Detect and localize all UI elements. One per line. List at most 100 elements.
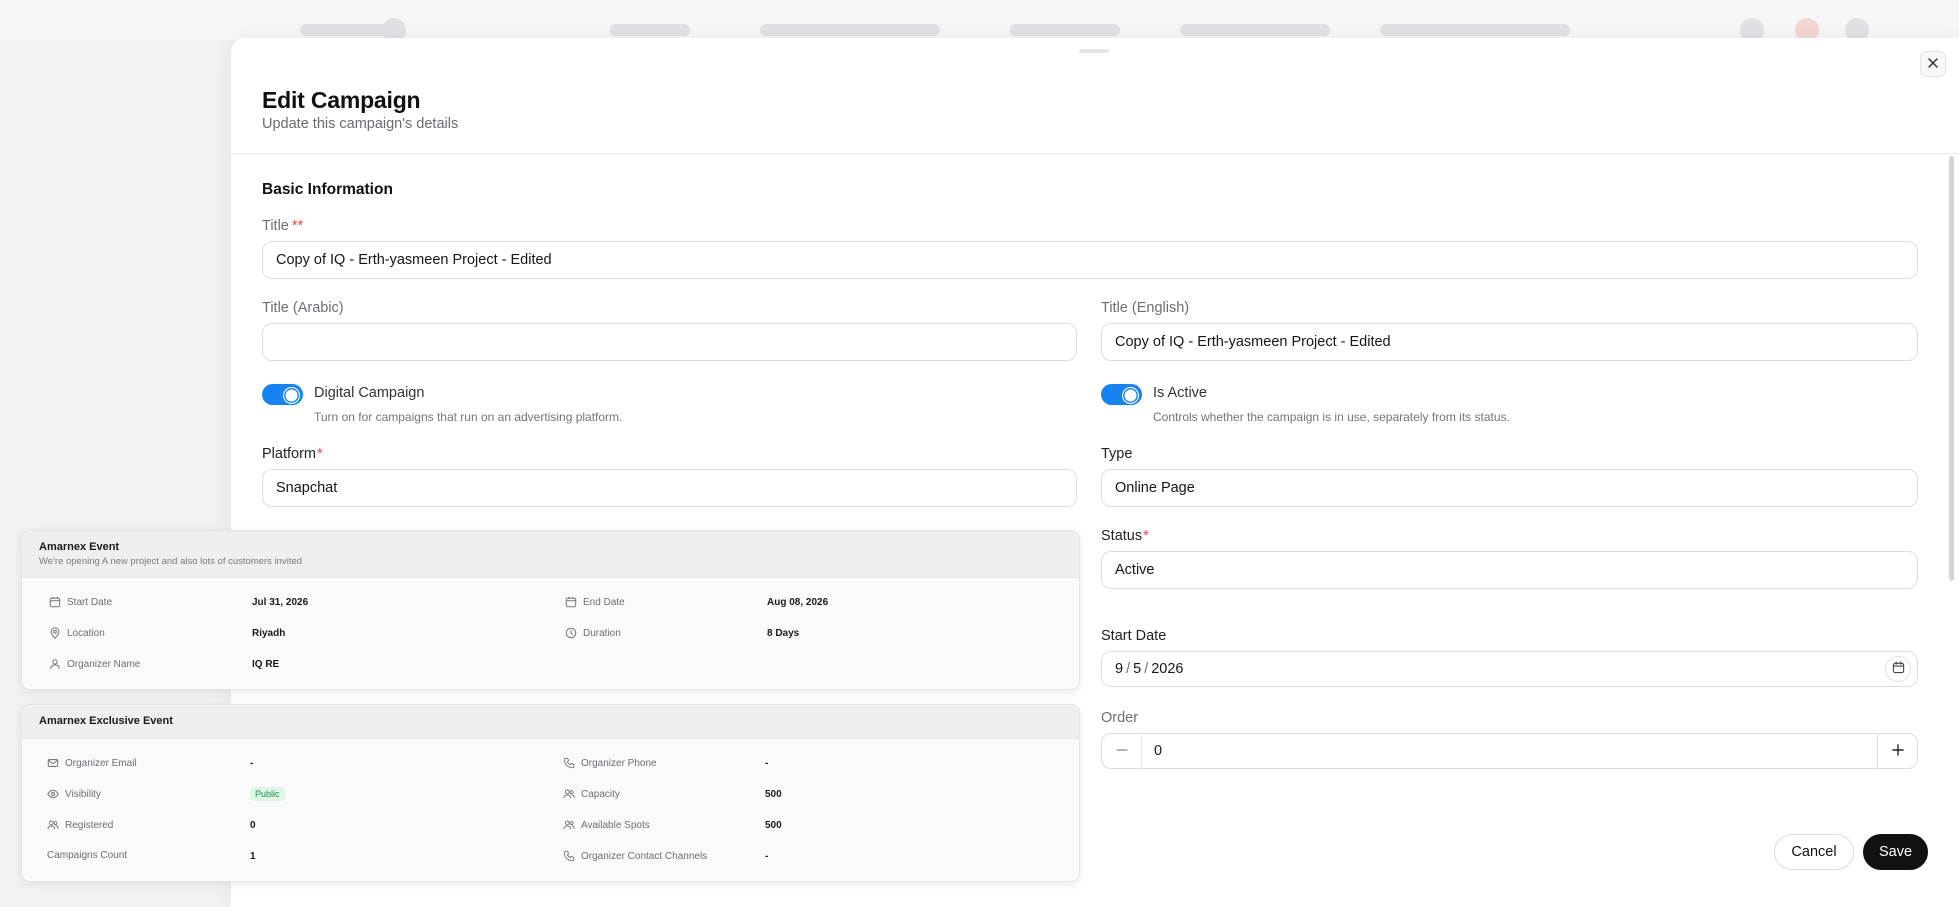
background-placeholder (300, 24, 390, 36)
event-card-subtitle: We're opening A new project and also lot… (39, 556, 303, 567)
drawer-title: Edit Campaign (262, 87, 421, 113)
calendar-icon (49, 596, 61, 608)
end-date-key-text: End Date (583, 596, 625, 608)
minus-icon (1115, 743, 1129, 761)
exclusive-card-title: Amarnex Exclusive Event (39, 715, 173, 727)
status-select[interactable]: Active (1101, 551, 1918, 589)
calendar-icon (1892, 660, 1905, 678)
start-date-key: Start Date (49, 596, 112, 608)
title-english-input[interactable]: Copy of IQ - Erth-yasmeen Project - Edit… (1101, 323, 1918, 361)
event-details-card: Amarnex Event We're opening A new projec… (21, 530, 1080, 690)
start-date-month[interactable]: 9 (1115, 661, 1123, 677)
exclusive-card-header: Amarnex Exclusive Event (22, 705, 1079, 739)
decrement-button[interactable] (1102, 734, 1142, 770)
organizer-phone-key-text: Organizer Phone (581, 757, 657, 769)
start-date-year[interactable]: 2026 (1151, 661, 1183, 677)
organizer-phone-key: Organizer Phone (563, 757, 657, 769)
contact-channels-key: Organizer Contact Channels (563, 850, 707, 862)
eye-icon (47, 788, 59, 800)
organizer-email-value: - (250, 758, 254, 769)
close-button[interactable] (1920, 51, 1946, 77)
status-label: Status* (1101, 528, 1149, 544)
exclusive-event-card: Amarnex Exclusive Event Organizer Email … (21, 704, 1080, 882)
title-arabic-label: Title (Arabic) (262, 300, 344, 316)
users-icon (47, 819, 59, 831)
users-icon (563, 819, 575, 831)
organizer-email-key: Organizer Email (47, 757, 137, 769)
visibility-key-text: Visibility (65, 788, 101, 800)
registered-key: Registered (47, 819, 113, 831)
start-date-value: Jul 31, 2026 (252, 597, 309, 608)
event-card-header: Amarnex Event We're opening A new projec… (22, 531, 1079, 578)
location-key-text: Location (67, 627, 105, 639)
duration-value: 8 Days (767, 628, 800, 639)
save-button[interactable]: Save (1863, 834, 1928, 870)
phone-icon (563, 757, 575, 769)
title-arabic-input[interactable] (262, 323, 1077, 361)
required-mark: * (1143, 528, 1149, 544)
user-icon (49, 658, 61, 670)
increment-button[interactable] (1877, 734, 1917, 770)
calendar-button[interactable] (1885, 656, 1911, 682)
visibility-key: Visibility (47, 788, 101, 800)
available-spots-key-text: Available Spots (581, 819, 650, 831)
calendar-icon (565, 596, 577, 608)
start-date-label: Start Date (1101, 628, 1167, 644)
platform-label-text: Platform (262, 446, 316, 462)
background-placeholder (1380, 24, 1570, 36)
plus-icon (1891, 743, 1905, 761)
available-spots-key: Available Spots (563, 819, 650, 831)
platform-select[interactable]: Snapchat (262, 469, 1077, 507)
title-english-label: Title (English) (1101, 300, 1190, 316)
capacity-key-text: Capacity (581, 788, 620, 800)
location-key: Location (49, 627, 105, 639)
is-active-toggle[interactable] (1101, 384, 1142, 405)
organizer-phone-value: - (765, 758, 769, 769)
registered-value: 0 (250, 820, 256, 831)
is-active-label: Is Active (1153, 385, 1207, 401)
status-label-text: Status (1101, 528, 1143, 544)
event-card-title: Amarnex Event (39, 541, 120, 553)
organizer-email-key-text: Organizer Email (65, 757, 137, 769)
digital-campaign-help: Turn on for campaigns that run on an adv… (314, 410, 623, 424)
type-label: Type (1101, 446, 1133, 462)
registered-key-text: Registered (65, 819, 114, 831)
platform-label: Platform* (262, 446, 323, 462)
end-date-value: Aug 08, 2026 (767, 597, 829, 608)
start-date-input[interactable]: 9 / 5 / 2026 (1101, 651, 1918, 687)
end-date-key: End Date (565, 596, 625, 608)
background-placeholder (760, 24, 940, 36)
title-label: Title ** (262, 218, 303, 234)
organizer-name-key-text: Organizer Name (67, 658, 141, 670)
map-pin-icon (49, 627, 61, 639)
title-input-value: Copy of IQ - Erth-yasmeen Project - Edit… (276, 252, 552, 268)
title-label-text: Title (262, 218, 289, 234)
start-date-day[interactable]: 5 (1133, 661, 1141, 677)
contact-channels-value: - (765, 851, 769, 862)
type-select-value: Online Page (1115, 480, 1195, 496)
close-icon (1927, 57, 1939, 72)
cancel-button[interactable]: Cancel (1774, 834, 1854, 870)
visibility-badge: Public (250, 787, 285, 801)
background-placeholder (1180, 24, 1330, 36)
campaigns-count-value: 1 (250, 851, 256, 862)
digital-campaign-toggle[interactable] (262, 384, 303, 405)
status-select-value: Active (1115, 562, 1155, 578)
type-select[interactable]: Online Page (1101, 469, 1918, 507)
organizer-name-key: Organizer Name (49, 658, 140, 670)
order-stepper[interactable]: 0 (1101, 733, 1918, 770)
location-value: Riyadh (252, 628, 286, 639)
clock-icon (565, 627, 577, 639)
platform-select-value: Snapchat (276, 480, 338, 496)
duration-key-text: Duration (583, 627, 621, 639)
title-input[interactable]: Copy of IQ - Erth-yasmeen Project - Edit… (262, 241, 1918, 279)
drawer-header: Edit Campaign Update this campaign's det… (231, 38, 1959, 154)
scrollbar[interactable] (1949, 156, 1954, 581)
organizer-name-value: IQ RE (252, 659, 280, 670)
users-icon (563, 788, 575, 800)
capacity-value: 500 (765, 789, 782, 800)
date-separator: / (1126, 661, 1131, 677)
order-value[interactable]: 0 (1154, 743, 1162, 759)
background-placeholder (1010, 24, 1120, 36)
available-spots-value: 500 (765, 820, 782, 831)
